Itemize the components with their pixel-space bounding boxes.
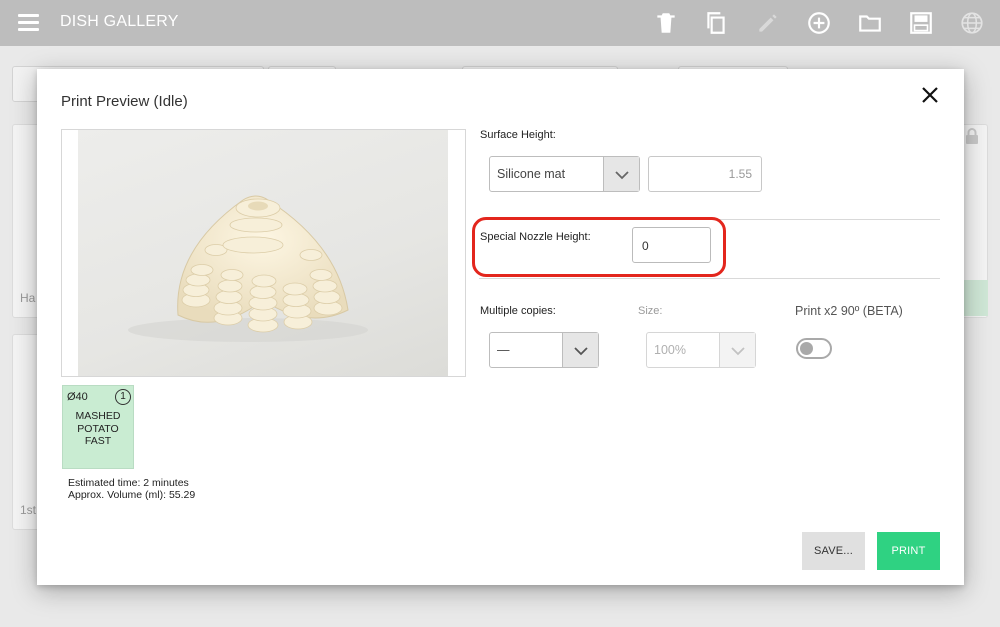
size-label: Size: (638, 305, 663, 317)
copy-icon[interactable] (703, 10, 729, 36)
multiple-copies-select[interactable]: — (489, 332, 599, 368)
surface-height-label: Surface Height: (480, 129, 556, 141)
toggle-knob (800, 342, 813, 355)
save-disk-icon[interactable] (908, 10, 934, 36)
background-card-text: 1st (20, 503, 37, 517)
lock-icon (962, 126, 982, 146)
special-nozzle-height-label: Special Nozzle Height: (480, 231, 591, 243)
print-preview-dialog: Print Preview (Idle) Ø40 1 MASHED POTATO… (37, 69, 964, 585)
special-nozzle-height-input[interactable]: 0 (632, 227, 711, 263)
capsule-card[interactable]: Ø40 1 MASHED POTATO FAST (62, 385, 134, 469)
print-x2-label: Print x2 90º (BETA) (795, 304, 903, 318)
folder-icon[interactable] (857, 10, 883, 36)
pencil-icon[interactable] (755, 10, 781, 36)
surface-height-value-field[interactable]: 1.55 (648, 156, 762, 192)
app-bar: DISH GALLERY (0, 0, 1000, 46)
menu-icon[interactable] (18, 14, 39, 31)
capsule-name: MASHED POTATO FAST (75, 410, 121, 447)
print-x2-toggle[interactable] (796, 338, 832, 359)
close-icon[interactable] (918, 83, 942, 107)
print-preview-image-frame (61, 129, 466, 377)
size-select[interactable]: 100% (646, 332, 756, 368)
chevron-down-icon[interactable] (562, 333, 598, 367)
trash-icon[interactable] (653, 10, 679, 36)
chevron-down-icon[interactable] (603, 157, 639, 191)
background-card-text: Ha (20, 291, 36, 305)
background-card-status (962, 280, 988, 316)
chevron-down-icon[interactable] (719, 333, 755, 367)
print-button[interactable]: PRINT (877, 532, 940, 570)
size-selected: 100% (654, 343, 686, 357)
special-nozzle-height-value: 0 (642, 239, 649, 253)
multiple-copies-label: Multiple copies: (480, 305, 556, 317)
save-button[interactable]: SAVE... (802, 532, 865, 570)
capsule-size: Ø40 (67, 391, 88, 403)
printed-dish-image (78, 130, 448, 376)
estimated-time: Estimated time: 2 minutes (68, 477, 189, 489)
add-circle-icon[interactable] (806, 10, 832, 36)
surface-height-selected: Silicone mat (497, 167, 566, 181)
print-metadata: Estimated time: 2 minutes Approx. Volume… (68, 477, 196, 501)
divider (479, 278, 940, 279)
multiple-copies-selected: — (497, 343, 510, 357)
capsule-count-badge: 1 (115, 389, 131, 405)
approx-volume: Approx. Volume (ml): 55.29 (68, 488, 196, 501)
app-title: DISH GALLERY (60, 13, 179, 30)
globe-icon[interactable] (959, 10, 985, 36)
surface-height-value: 1.55 (728, 167, 752, 181)
surface-height-select[interactable]: Silicone mat (489, 156, 640, 192)
dialog-title: Print Preview (Idle) (61, 93, 188, 110)
